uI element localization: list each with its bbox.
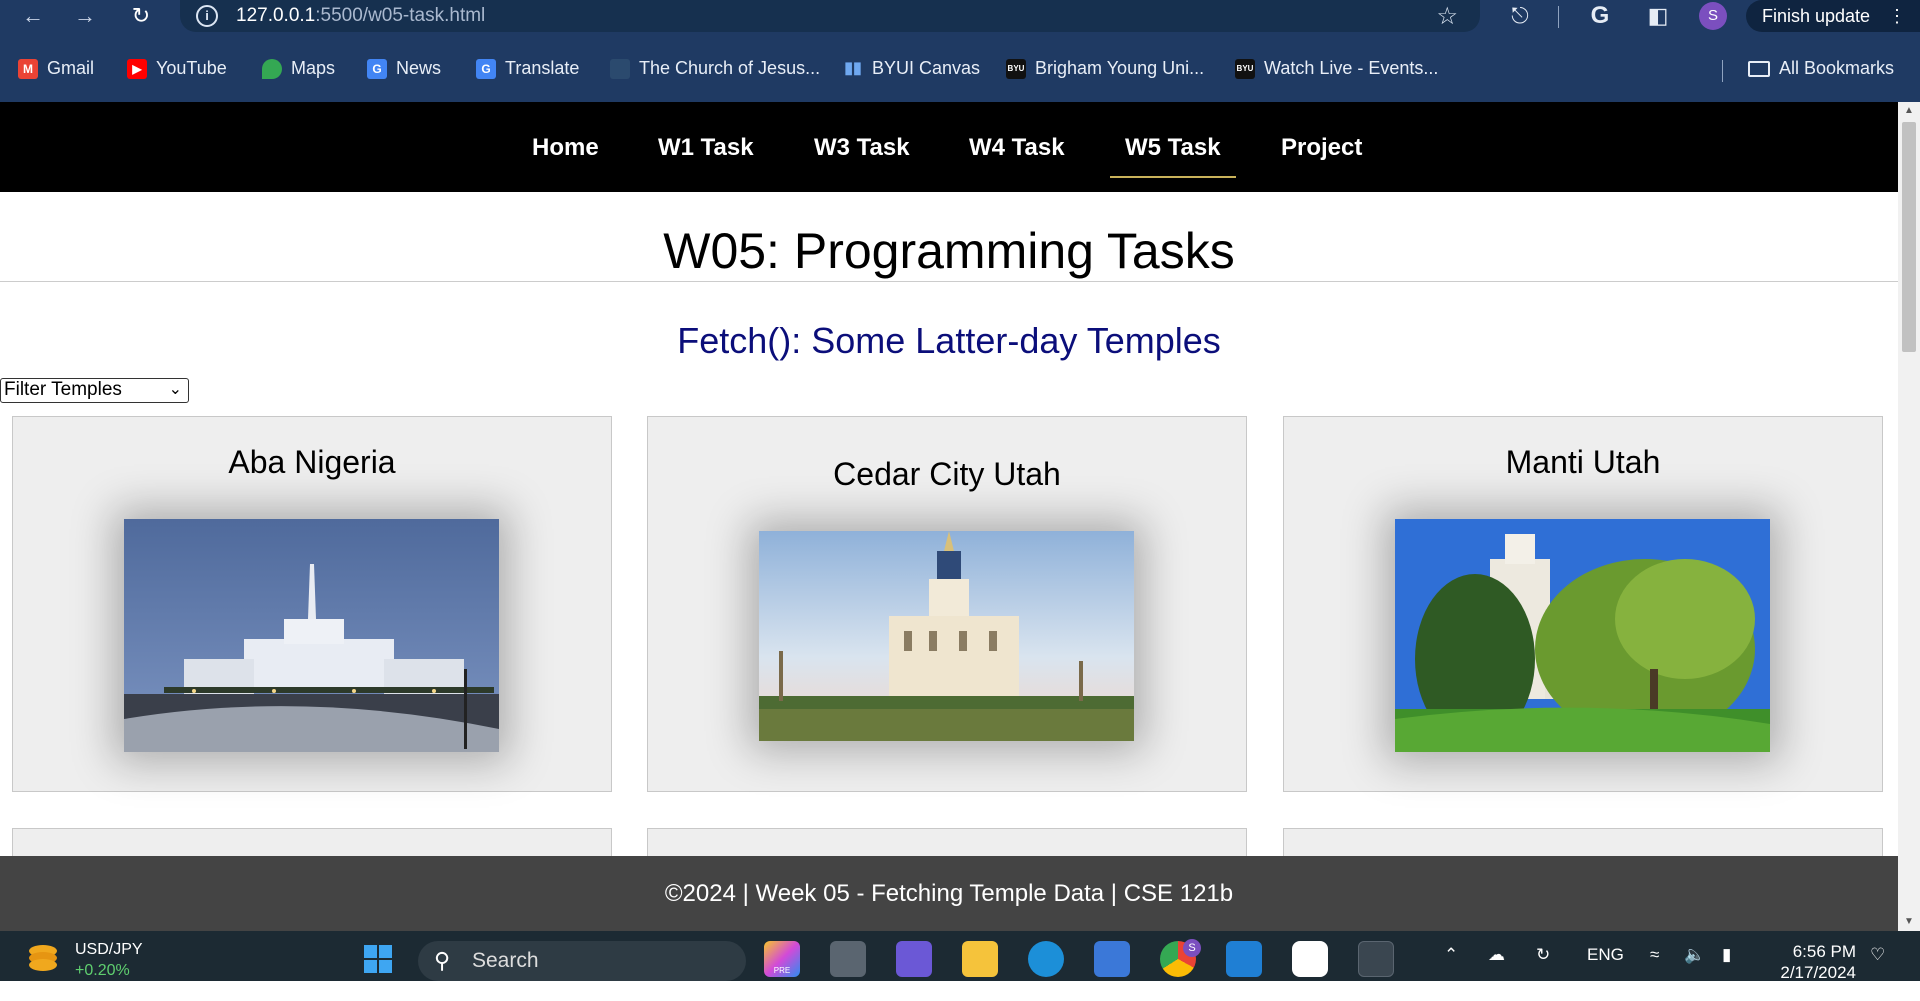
- nav-w3-task[interactable]: W3 Task: [814, 134, 910, 162]
- copilot-icon[interactable]: PRE: [764, 941, 800, 977]
- toolbar-divider: [1558, 6, 1559, 28]
- chrome-profile-badge: S: [1183, 939, 1201, 957]
- temple-name: Manti Utah: [1505, 444, 1661, 480]
- bookmarks-divider: [1722, 60, 1723, 82]
- site-nav: Home W1 Task W3 Task W4 Task W5 Task Pro…: [0, 102, 1898, 192]
- currency-pair: USD/JPY: [75, 941, 143, 958]
- site-info-icon[interactable]: i: [196, 5, 218, 27]
- battery-icon[interactable]: ▮: [1722, 945, 1731, 965]
- gmail-icon: M: [18, 58, 38, 79]
- nav-w4-task[interactable]: W4 Task: [969, 134, 1065, 162]
- temple-photo-aba-nigeria: [124, 519, 499, 752]
- address-bar[interactable]: i 127.0.0.1:5500/w05-task.html ☆: [180, 0, 1480, 32]
- profile-avatar[interactable]: S: [1699, 2, 1727, 30]
- section-subtitle: Fetch(): Some Latter-day Temples: [677, 320, 1221, 361]
- vertical-scrollbar[interactable]: ▲ ▼: [1898, 102, 1920, 931]
- folder-icon: [1748, 60, 1770, 77]
- page-footer: ©2024 | Week 05 - Fetching Temple Data |…: [0, 856, 1898, 931]
- scroll-up-arrow-icon[interactable]: ▲: [1898, 102, 1920, 120]
- teams-icon[interactable]: [896, 941, 932, 977]
- temple-card: Cedar City Utah: [647, 416, 1247, 792]
- snipping-tool-icon[interactable]: [1358, 941, 1394, 977]
- finish-update-button[interactable]: Finish update ⋮: [1746, 0, 1920, 32]
- temple-card: [12, 828, 612, 857]
- url-text[interactable]: 127.0.0.1:5500/w05-task.html: [236, 5, 485, 27]
- browser-chrome: ← → ↻ i 127.0.0.1:5500/w05-task.html ☆ ⎋…: [0, 0, 1920, 102]
- chevron-down-icon: ⌄: [168, 381, 182, 398]
- temple-card: [647, 828, 1247, 857]
- canvas-icon: ▮▮: [844, 59, 862, 77]
- title-divider: [0, 281, 1898, 282]
- bookmark-translate[interactable]: G Translate: [476, 58, 579, 79]
- search-icon: ⚲: [434, 948, 451, 973]
- temple-card: Manti Utah: [1283, 416, 1883, 792]
- search-placeholder: Search: [472, 949, 539, 972]
- temple-photo-cedar-city-utah: [759, 531, 1134, 741]
- nav-w5-task[interactable]: W5 Task: [1125, 134, 1221, 162]
- side-panel-icon[interactable]: ◧: [1644, 2, 1672, 30]
- nav-project[interactable]: Project: [1281, 134, 1362, 162]
- taskbar-search[interactable]: ⚲ Search: [418, 941, 746, 981]
- church-icon: [610, 58, 630, 79]
- filter-temples-select[interactable]: Filter Temples ⌄: [0, 378, 189, 403]
- show-hidden-icons-chevron-icon[interactable]: ⌃: [1444, 945, 1458, 965]
- byu-icon: BYU: [1006, 58, 1026, 79]
- back-arrow-icon[interactable]: ←: [19, 2, 47, 30]
- forward-arrow-icon[interactable]: →: [71, 2, 99, 30]
- filter-selected-value: Filter Temples: [4, 379, 122, 400]
- bookmark-maps[interactable]: Maps: [262, 58, 335, 79]
- temple-name: Cedar City Utah: [833, 456, 1061, 492]
- windows-start-icon[interactable]: [360, 941, 396, 977]
- reload-icon[interactable]: ↻: [127, 2, 155, 30]
- more-menu-icon[interactable]: ⋮: [1888, 0, 1906, 32]
- slack-icon[interactable]: [1292, 941, 1328, 977]
- temple-card: [1283, 828, 1883, 857]
- bookmark-gmail[interactable]: M Gmail: [18, 58, 94, 79]
- bookmark-church[interactable]: The Church of Jesus...: [610, 58, 820, 79]
- bookmark-byu[interactable]: BYU Brigham Young Uni...: [1006, 58, 1204, 79]
- currency-change: +0.20%: [75, 962, 130, 979]
- all-bookmarks[interactable]: All Bookmarks: [1748, 58, 1894, 79]
- byu-icon: BYU: [1235, 58, 1255, 79]
- bookmark-star-icon[interactable]: ☆: [1436, 2, 1458, 31]
- edge-icon[interactable]: [1028, 941, 1064, 977]
- nav-home[interactable]: Home: [532, 134, 599, 162]
- page-title: W05: Programming Tasks: [663, 223, 1235, 279]
- news-icon: G: [367, 58, 387, 79]
- web-page: Home W1 Task W3 Task W4 Task W5 Task Pro…: [0, 102, 1898, 857]
- temple-card: Aba Nigeria: [12, 416, 612, 792]
- microsoft-store-icon[interactable]: [1094, 941, 1130, 977]
- temple-name: Aba Nigeria: [228, 444, 396, 480]
- onedrive-icon[interactable]: ☁: [1488, 945, 1505, 965]
- scrollbar-thumb[interactable]: [1902, 122, 1916, 352]
- youtube-icon: ▶: [127, 58, 147, 79]
- google-icon[interactable]: G: [1586, 2, 1614, 30]
- system-clock[interactable]: 6:56 PM 2/17/2024: [1770, 941, 1856, 983]
- clock-date: 2/17/2024: [1780, 963, 1856, 982]
- task-view-icon[interactable]: [830, 941, 866, 977]
- currency-widget-icon[interactable]: [26, 943, 60, 973]
- bookmark-byui-canvas[interactable]: ▮▮ BYUI Canvas: [843, 58, 980, 79]
- sync-icon[interactable]: ↻: [1536, 945, 1550, 965]
- maps-icon: [262, 58, 282, 79]
- clock-time: 6:56 PM: [1792, 942, 1856, 961]
- scroll-down-arrow-icon[interactable]: ▼: [1898, 913, 1920, 931]
- browser-toolbar: ← → ↻ i 127.0.0.1:5500/w05-task.html ☆ ⎋…: [0, 0, 1920, 32]
- file-explorer-icon[interactable]: [962, 941, 998, 977]
- bookmark-youtube[interactable]: ▶ YouTube: [127, 58, 227, 79]
- translate-icon: G: [476, 58, 496, 79]
- bookmarks-bar: M Gmail ▶ YouTube Maps G News G Translate Th…: [0, 52, 1920, 88]
- bookmark-news[interactable]: G News: [367, 58, 441, 79]
- active-nav-underline: [1110, 176, 1236, 178]
- notification-bell-icon[interactable]: ♡: [1870, 945, 1885, 965]
- wifi-icon[interactable]: ≈: [1650, 945, 1659, 965]
- language-indicator[interactable]: ENG: [1587, 945, 1624, 965]
- volume-icon[interactable]: 🔈: [1684, 945, 1705, 965]
- temple-photo-manti-utah: [1395, 519, 1770, 752]
- extensions-icon[interactable]: ⎋: [1506, 2, 1534, 30]
- nav-w1-task[interactable]: W1 Task: [658, 134, 754, 162]
- bookmark-watch-live[interactable]: BYU Watch Live - Events...: [1235, 58, 1438, 79]
- vscode-icon[interactable]: [1226, 941, 1262, 977]
- windows-taskbar: USD/JPY +0.20% ⚲ Search PRE S ⌃ ☁ ↻ ENG …: [0, 931, 1920, 983]
